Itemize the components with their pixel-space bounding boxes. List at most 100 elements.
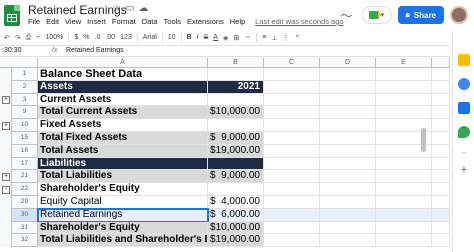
cell-d[interactable] xyxy=(320,157,376,171)
text-color-button[interactable]: A xyxy=(213,34,218,41)
row-header[interactable]: 16 xyxy=(12,144,38,158)
tasks-icon[interactable] xyxy=(458,78,470,90)
cell-d[interactable] xyxy=(320,170,376,184)
cell-d[interactable] xyxy=(320,221,376,235)
cell-d[interactable] xyxy=(320,119,376,132)
cell-c[interactable] xyxy=(264,93,320,107)
cell-f[interactable] xyxy=(432,221,450,235)
font-size-select[interactable]: 10 xyxy=(168,34,176,41)
cell-e[interactable] xyxy=(376,106,432,120)
cell-b[interactable]: $6,000.00 xyxy=(208,208,264,222)
menu-extensions[interactable]: Extensions xyxy=(187,17,224,26)
cell-f[interactable] xyxy=(432,183,450,196)
cell-e[interactable] xyxy=(376,157,432,171)
cell-f[interactable] xyxy=(432,93,450,107)
cell-b[interactable] xyxy=(208,93,264,107)
cell-c[interactable] xyxy=(264,132,320,145)
cell-b[interactable] xyxy=(208,157,264,171)
merge-cells-icon[interactable]: ⇔ xyxy=(244,34,251,41)
cell-b[interactable]: $10,000.00 xyxy=(208,106,264,120)
column-header-e[interactable]: E xyxy=(376,58,432,68)
row-header[interactable]: 10 xyxy=(12,119,38,132)
strikethrough-button[interactable]: S xyxy=(204,34,209,41)
move-folder-icon[interactable]: ▭ xyxy=(125,3,134,14)
menu-edit[interactable]: Edit xyxy=(46,17,59,26)
cell-f[interactable] xyxy=(432,68,450,81)
fill-color-icon[interactable]: ◈ xyxy=(223,34,228,42)
cell-c[interactable] xyxy=(264,170,320,184)
more-icon[interactable]: ⋮ xyxy=(282,34,289,42)
column-header-d[interactable]: D xyxy=(320,58,376,68)
column-header-b[interactable]: B xyxy=(208,58,264,68)
sheets-logo-icon[interactable] xyxy=(4,5,20,26)
cell-f[interactable] xyxy=(432,208,450,222)
cell-c[interactable] xyxy=(264,234,320,248)
add-addon-icon[interactable]: + xyxy=(458,164,470,176)
currency-format-button[interactable]: $ xyxy=(74,34,78,41)
row-header[interactable]: 2 xyxy=(12,80,38,94)
print-icon[interactable]: ⎙ xyxy=(26,34,32,42)
cell-f[interactable] xyxy=(432,80,450,94)
row-header[interactable]: 21 xyxy=(12,170,38,184)
cell-d[interactable] xyxy=(320,106,376,120)
cell-b[interactable] xyxy=(208,183,264,196)
cell-d[interactable] xyxy=(320,196,376,209)
maps-icon[interactable] xyxy=(458,126,470,138)
vertical-align-icon[interactable]: ⊥ xyxy=(271,34,277,42)
align-icon[interactable]: ≡ xyxy=(262,34,266,41)
avatar[interactable] xyxy=(450,6,468,24)
row-header[interactable]: 29 xyxy=(12,196,38,209)
cell-a[interactable]: Current Assets xyxy=(38,93,208,107)
cell-f[interactable] xyxy=(432,119,450,132)
expand-group-icon[interactable]: + xyxy=(2,96,10,104)
row-header[interactable]: 17 xyxy=(12,157,38,171)
italic-button[interactable]: I xyxy=(197,34,199,41)
cloud-status-icon[interactable]: ☁ xyxy=(138,3,148,14)
redo-icon[interactable]: ↷ xyxy=(15,34,21,42)
cell-f[interactable] xyxy=(432,132,450,145)
share-button[interactable]: 🔒︎ Share xyxy=(397,6,444,24)
row-header[interactable]: 31 xyxy=(12,221,38,235)
row-header[interactable]: 22 xyxy=(12,183,38,196)
cell-a[interactable]: Balance Sheet Data xyxy=(38,68,208,81)
cell-f[interactable] xyxy=(432,157,450,171)
cell-a[interactable]: Shareholder's Equity xyxy=(38,183,208,196)
column-header-a[interactable]: A xyxy=(38,58,208,68)
cell-c[interactable] xyxy=(264,157,320,171)
cell-b[interactable] xyxy=(208,119,264,132)
cell-a[interactable]: Total Liabilities and Shareholder's Equi… xyxy=(38,234,208,248)
cell-d[interactable] xyxy=(320,234,376,248)
percent-format-button[interactable]: % xyxy=(83,34,89,41)
cell-a[interactable]: Fixed Assets xyxy=(38,119,208,132)
cell-c[interactable] xyxy=(264,183,320,196)
menu-help[interactable]: Help xyxy=(230,17,245,26)
menu-file[interactable]: File xyxy=(28,17,40,26)
collapse-toolbar-icon[interactable]: ⌃ xyxy=(294,34,300,42)
cell-e[interactable] xyxy=(376,208,432,222)
cell-b[interactable]: 2021 xyxy=(208,80,264,94)
expand-group-icon[interactable]: + xyxy=(2,172,10,181)
meet-button[interactable]: ▾ xyxy=(361,6,392,24)
increase-decimal-button[interactable]: .00 xyxy=(105,34,115,41)
borders-icon[interactable]: ⊞ xyxy=(233,34,239,42)
vertical-scrollbar[interactable] xyxy=(421,128,426,152)
cell-d[interactable] xyxy=(320,68,376,81)
cell-c[interactable] xyxy=(264,144,320,158)
activity-trend-icon[interactable]: 〜 xyxy=(338,7,356,23)
cell-c[interactable] xyxy=(264,106,320,120)
menu-data[interactable]: Data xyxy=(142,17,158,26)
cell-e[interactable] xyxy=(376,221,432,235)
formula-input[interactable]: Retained Earnings xyxy=(66,47,124,54)
cell-e[interactable] xyxy=(376,196,432,209)
decrease-decimal-button[interactable]: .0 xyxy=(95,34,101,41)
row-header[interactable]: 1 xyxy=(12,68,38,81)
menu-format[interactable]: Format xyxy=(112,17,136,26)
expand-group-icon[interactable]: + xyxy=(2,121,10,130)
zoom-select[interactable]: 100% xyxy=(45,34,63,41)
cell-a[interactable]: Total Current Assets xyxy=(38,106,208,120)
cell-e[interactable] xyxy=(376,80,432,94)
cell-b[interactable]: $9,000.00 xyxy=(208,132,264,145)
cell-e[interactable] xyxy=(376,234,432,248)
cell-c[interactable] xyxy=(264,196,320,209)
cell-a[interactable]: Total Fixed Assets xyxy=(38,132,208,145)
